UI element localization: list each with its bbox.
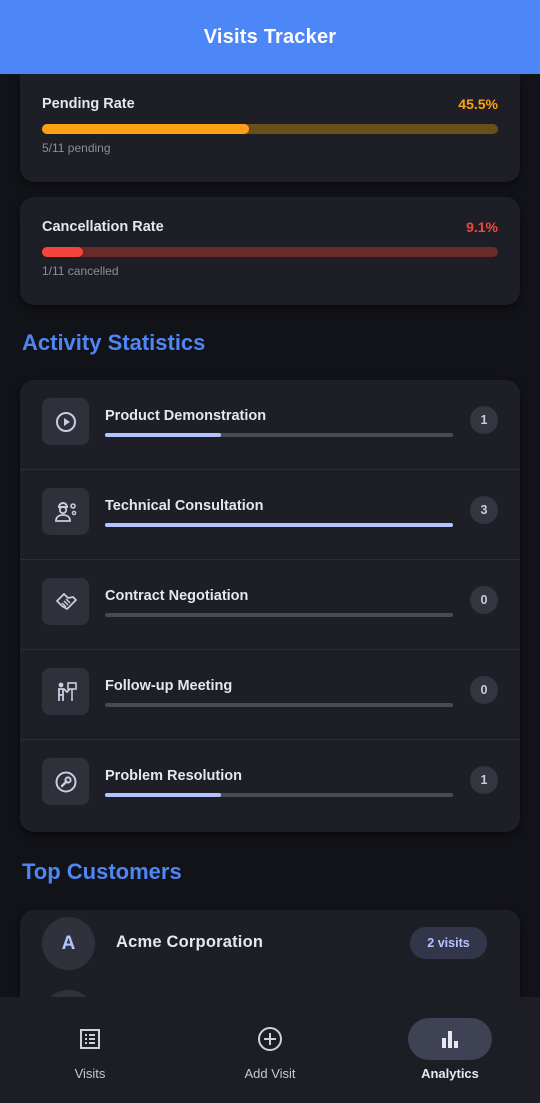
cancellation-rate-track [42, 247, 498, 257]
cancellation-rate-subtitle: 1/11 cancelled [42, 264, 119, 278]
activity-progress-track [105, 433, 453, 437]
activity-progress-track [105, 793, 453, 797]
cancellation-rate-label: Cancellation Rate [42, 219, 164, 235]
activity-progress-fill [105, 793, 221, 797]
visits-count-badge: 2 visits [410, 927, 487, 959]
nav-item-analytics[interactable]: Analytics [360, 997, 540, 1103]
app-title: Visits Tracker [203, 25, 337, 48]
cancellation-rate-percent: 9.1% [466, 219, 498, 235]
activity-progress-track [105, 613, 453, 617]
bottom-navigation: Visits Add Visit Analytics [0, 997, 540, 1103]
cancellation-rate-fill [42, 247, 84, 257]
pending-rate-fill [42, 124, 250, 134]
add-circle-icon [228, 1018, 312, 1060]
activity-label: Problem Resolution [105, 768, 242, 784]
activity-row-product-demonstration[interactable]: Product Demonstration 1 [20, 380, 520, 470]
activity-row-problem-resolution[interactable]: Problem Resolution 1 [20, 740, 520, 830]
nav-label: Visits [74, 1066, 106, 1081]
pending-rate-subtitle: 5/11 pending [42, 141, 111, 155]
wrench-icon [42, 758, 89, 805]
activity-label: Contract Negotiation [105, 588, 249, 604]
engineer-icon [42, 488, 89, 535]
activity-progress-fill [105, 433, 221, 437]
activity-label: Technical Consultation [105, 498, 264, 514]
nav-item-add-visit[interactable]: Add Visit [180, 997, 360, 1103]
activity-statistics-card: Product Demonstration 1 Technical Consul… [20, 380, 520, 832]
cancellation-rate-card: Cancellation Rate 9.1% 1/11 cancelled [20, 197, 520, 305]
activity-label: Follow-up Meeting [105, 678, 233, 694]
top-customers-title: Top Customers [22, 859, 182, 884]
customer-name: Acme Corporation [116, 933, 264, 951]
pending-rate-track [42, 124, 498, 134]
pending-rate-percent: 45.5% [458, 96, 498, 112]
activity-count-badge: 0 [470, 586, 498, 614]
avatar: A [42, 917, 95, 970]
activity-count-badge: 1 [470, 406, 498, 434]
pending-rate-card: Pending Rate 45.5% 5/11 pending [20, 74, 520, 182]
bar-chart-icon [408, 1018, 492, 1060]
activity-progress-track [105, 523, 453, 527]
activity-statistics-title: Activity Statistics [22, 330, 206, 355]
activity-count-badge: 0 [470, 676, 498, 704]
activity-label: Product Demonstration [105, 408, 267, 424]
list-icon [48, 1018, 132, 1060]
nav-item-visits[interactable]: Visits [0, 997, 180, 1103]
activity-progress-track [105, 703, 453, 707]
presenter-icon [42, 668, 89, 715]
activity-row-technical-consultation[interactable]: Technical Consultation 3 [20, 470, 520, 560]
app-bar: Visits Tracker [0, 0, 540, 74]
activity-row-contract-negotiation[interactable]: Contract Negotiation 0 [20, 560, 520, 650]
pending-rate-label: Pending Rate [42, 96, 135, 112]
activity-count-badge: 3 [470, 496, 498, 524]
activity-row-follow-up-meeting[interactable]: Follow-up Meeting 0 [20, 650, 520, 740]
play-circle-icon [42, 398, 89, 445]
activity-progress-fill [105, 523, 453, 527]
nav-label: Analytics [421, 1066, 479, 1081]
handshake-icon [42, 578, 89, 625]
activity-count-badge: 1 [470, 766, 498, 794]
nav-label: Add Visit [244, 1066, 296, 1081]
